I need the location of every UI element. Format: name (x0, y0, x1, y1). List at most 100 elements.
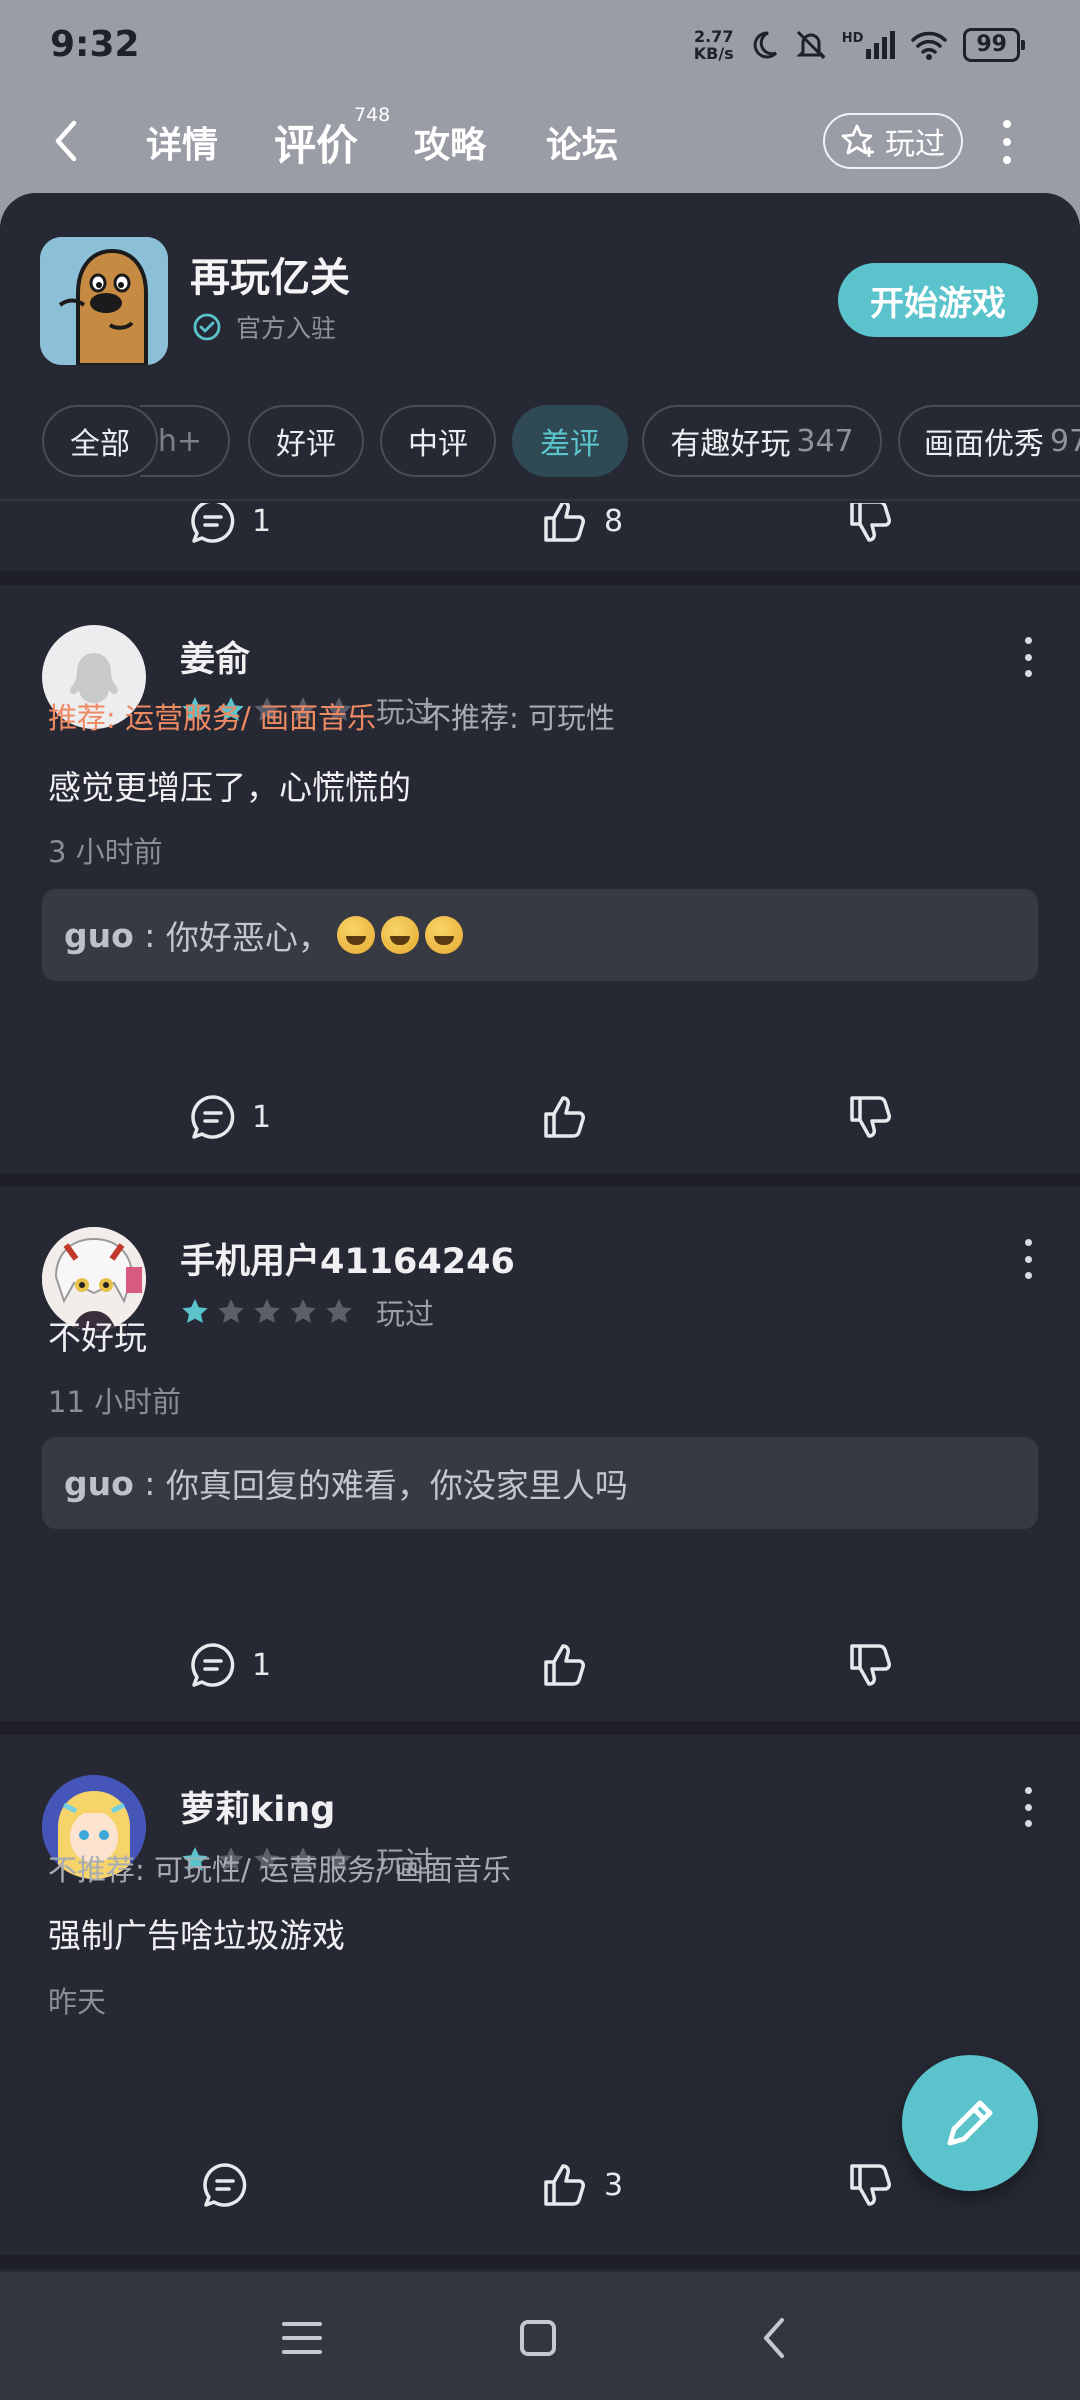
recommend-tags: 推荐: 运营服务/ 画面音乐 (48, 701, 376, 735)
review-content[interactable]: 强制广告啥垃圾游戏 (48, 1909, 345, 1957)
filter-neutral[interactable]: 中评 (380, 405, 496, 477)
star-empty-icon (254, 1299, 280, 1323)
filter-negative[interactable]: 差评 (512, 405, 628, 477)
more-icon (1024, 1239, 1032, 1246)
review-more-button[interactable] (1022, 1787, 1034, 1827)
not-recommend-tags: 不推荐: 可玩性 (421, 701, 615, 735)
reply-box[interactable]: guo : 你真回复的难看，你没家里人吗 (42, 1437, 1038, 1529)
review-actions: 1 (0, 1625, 1080, 1705)
tab-reviews[interactable]: 评价 (274, 112, 358, 173)
review-card: 姜俞 玩过 推荐: 运营服务/ 画面音乐 不推荐: 可玩性 感觉更增压了，心慌慌… (0, 585, 1080, 981)
signal-icon: HD (842, 31, 896, 59)
game-header: 再玩亿关 官方入驻 开始游戏 全部 h+ 好评 中评 差评 有趣好玩 347 画面… (0, 193, 1080, 503)
nav-back-icon (764, 2318, 784, 2358)
wifi-icon (911, 31, 948, 60)
reply-author: guo (64, 1463, 134, 1503)
review-divider (0, 2255, 1080, 2269)
net-speed: 2.77 KB/s (693, 27, 734, 63)
status-bar: 9:32 2.77 KB/s HD 99 (0, 0, 1080, 90)
filter-graphics[interactable]: 画面优秀97 (898, 405, 1080, 477)
review-card: 萝莉king 玩过 不推荐: 可玩性/ 运营服务/ 画面音乐 强制广告啥垃圾游戏… (0, 1735, 1080, 2035)
review-divider (0, 1173, 1080, 1187)
review-tags: 推荐: 运营服务/ 画面音乐 不推荐: 可玩性 (48, 695, 615, 737)
thumbs-down-icon (850, 1644, 891, 1686)
game-icon[interactable] (40, 237, 168, 365)
review-time: 3 小时前 (48, 835, 163, 869)
like-button[interactable] (540, 1625, 590, 1705)
like-button[interactable] (540, 1077, 590, 1157)
star-filled-icon (182, 1299, 208, 1323)
menu-button[interactable] (272, 2308, 332, 2368)
filter-positive[interactable]: 好评 (248, 405, 364, 477)
star-rating (180, 1297, 354, 1327)
not-recommend-tags: 不推荐: 可玩性/ 运营服务/ 画面音乐 (48, 1853, 511, 1887)
grin-sweat-emoji (424, 916, 463, 954)
thumbs-up-icon (544, 2164, 585, 2206)
review-more-button[interactable] (1022, 637, 1034, 677)
filter-fun[interactable]: 有趣好玩 347 (642, 405, 882, 477)
status-icons: 2.77 KB/s HD 99 (693, 27, 1025, 63)
system-back-button[interactable] (744, 2308, 804, 2368)
system-navigation-bar (0, 2272, 1080, 2400)
write-review-button[interactable] (902, 2055, 1038, 2191)
dislike-button[interactable] (846, 2145, 896, 2225)
comment-icon (203, 2163, 247, 2207)
review-tags: 不推荐: 可玩性/ 运营服务/ 画面音乐 (48, 1847, 511, 1889)
user-name[interactable]: 手机用户41164246 (180, 1233, 515, 1284)
dislike-button[interactable] (846, 1625, 896, 1705)
mute-bell-icon (796, 30, 826, 60)
thumbs-up-icon (544, 500, 585, 542)
star-empty-icon (290, 1299, 316, 1323)
thumbs-up-icon (544, 1644, 585, 1686)
thumbs-down-icon (850, 500, 891, 542)
comment-icon (191, 1095, 235, 1139)
review-content[interactable]: 感觉更增压了，心慌慌的 (48, 761, 411, 809)
start-game-button[interactable]: 开始游戏 (838, 263, 1038, 337)
like-button[interactable]: 3 (540, 2145, 623, 2225)
played-tag: 玩过 (376, 1297, 435, 1331)
review-time: 昨天 (48, 1985, 107, 2019)
reply-text: 你真回复的难看，你没家里人吗 (165, 1466, 628, 1505)
review-time: 11 小时前 (48, 1385, 182, 1419)
comment-button[interactable] (200, 2145, 250, 2225)
comment-button[interactable]: 1 (188, 1077, 271, 1157)
menu-icon (282, 2322, 322, 2354)
home-button[interactable] (508, 2308, 568, 2368)
comment-button[interactable]: 1 (188, 1625, 271, 1705)
grin-sweat-emoji (380, 916, 419, 954)
star-empty-icon (326, 1299, 352, 1323)
reviews-sheet: 1 8 再玩亿关 官方入驻 开始游戏 全部 h+ 好评 中评 差评 有趣好玩 3… (0, 193, 1080, 2400)
thumbs-down-icon (850, 1096, 891, 1138)
dislike-button[interactable] (846, 1077, 896, 1157)
check-circle-icon (193, 313, 221, 341)
star-empty-icon (218, 1299, 244, 1323)
rating-row: 玩过 (180, 1291, 434, 1333)
review-card: 手机用户41164246 玩过 不好玩 11 小时前 guo : 你真回复的难看… (0, 1187, 1080, 1529)
official-badge: 官方入驻 (192, 309, 336, 345)
game-title: 再玩亿关 (190, 255, 350, 301)
user-name[interactable]: 姜俞 (180, 631, 250, 682)
filter-chips: 全部 h+ 好评 中评 差评 有趣好玩347 画面优秀97 (0, 405, 1080, 481)
header-divider (0, 499, 1080, 501)
grin-sweat-emoji (336, 916, 375, 954)
more-options-button[interactable] (995, 120, 1019, 164)
more-icon (1003, 120, 1011, 128)
review-divider (0, 571, 1080, 585)
tab-details[interactable]: 详情 (146, 116, 218, 168)
review-content[interactable]: 不好玩 (48, 1311, 147, 1359)
back-button[interactable] (52, 116, 92, 166)
comment-icon (191, 499, 235, 543)
reply-author: guo (64, 915, 134, 955)
played-button[interactable]: 玩过 (823, 113, 963, 169)
reply-box[interactable]: guo : 你好恶心， (42, 889, 1038, 981)
review-divider (0, 1721, 1080, 1735)
filter-partial[interactable]: h+ (140, 405, 230, 477)
tab-guides[interactable]: 攻略 (414, 116, 486, 168)
top-navigation: 详情 评价 748 攻略 论坛 玩过 (0, 100, 1080, 190)
review-more-button[interactable] (1022, 1239, 1034, 1279)
moon-icon (753, 31, 777, 59)
comment-icon (191, 1643, 235, 1687)
user-name[interactable]: 萝莉king (180, 1781, 335, 1832)
star-plus-icon (841, 124, 874, 157)
tab-forum[interactable]: 论坛 (546, 116, 618, 168)
